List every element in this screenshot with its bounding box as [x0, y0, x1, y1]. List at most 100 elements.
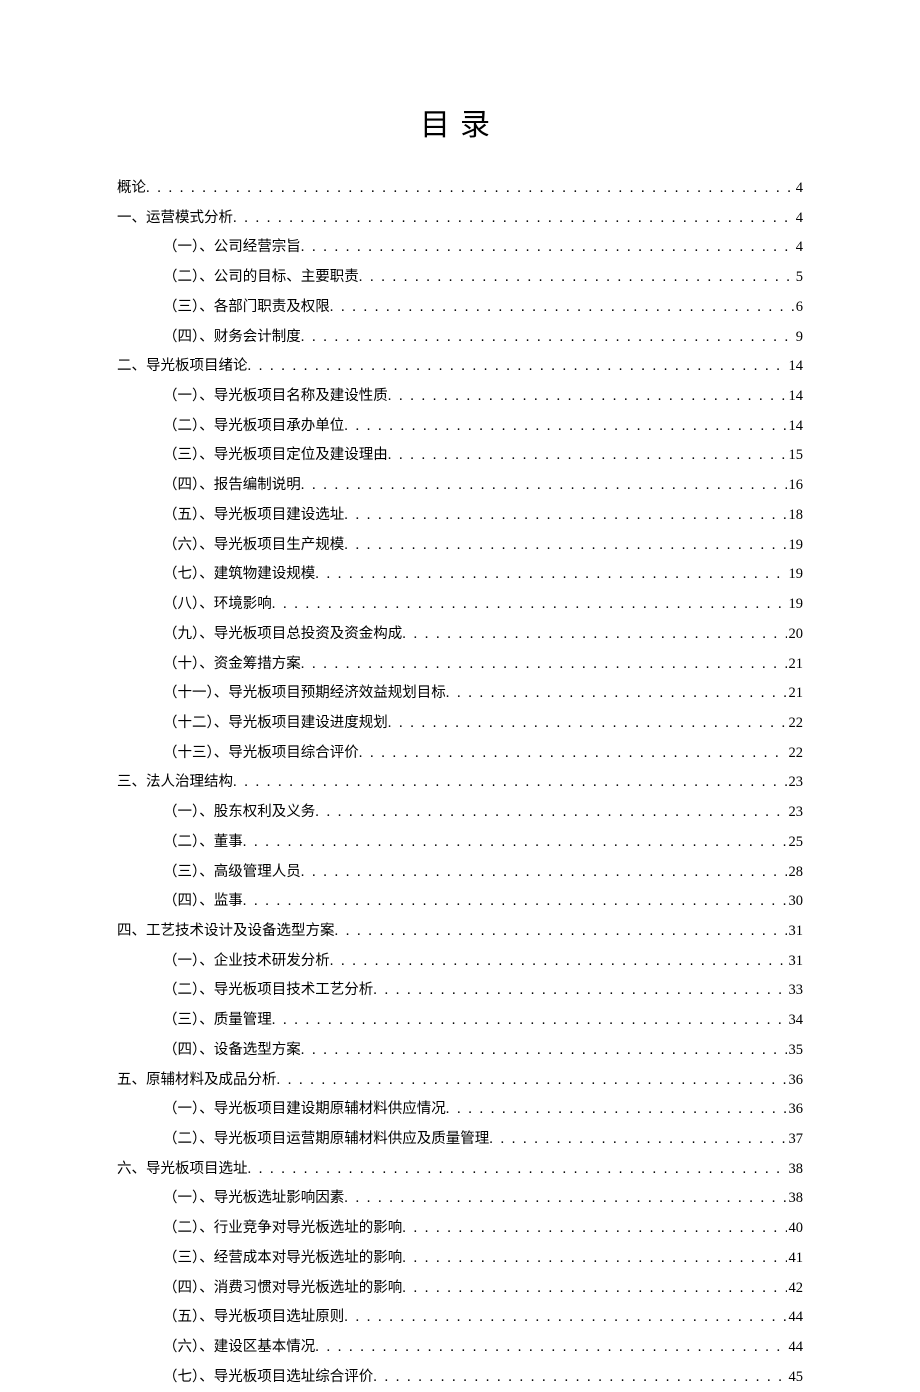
toc-entry-page: 22: [787, 739, 804, 769]
toc-leader-dots: [301, 323, 794, 353]
toc-entry-page: 31: [787, 917, 804, 947]
toc-entry-label: （一）、导光板选址影响因素: [163, 1184, 344, 1214]
toc-entry-label: （六）、导光板项目生产规模: [163, 531, 344, 561]
toc-leader-dots: [446, 1095, 787, 1125]
toc-entry-label: 六、导光板项目选址: [117, 1155, 248, 1185]
toc-entry-page: 4: [794, 204, 803, 234]
toc-entry-page: 19: [787, 531, 804, 561]
toc-entry: （二）、行业竞争对导光板选址的影响 40: [117, 1214, 803, 1244]
toc-entry-page: 31: [787, 947, 804, 977]
toc-leader-dots: [277, 1066, 787, 1096]
toc-entry-label: （六）、建设区基本情况: [163, 1333, 315, 1363]
toc-entry: （一）、导光板项目名称及建设性质14: [117, 382, 803, 412]
toc-entry-page: 14: [787, 382, 804, 412]
toc-entry: 概论 4: [117, 174, 803, 204]
toc-entry-label: （三）、各部门职责及权限: [163, 293, 330, 323]
toc-entry-label: （七）、建筑物建设规模: [163, 560, 315, 590]
toc-entry-label: （十一）、导光板项目预期经济效益规划目标: [163, 679, 446, 709]
toc-entry: （四）、设备选型方案 35: [117, 1036, 803, 1066]
toc-leader-dots: [301, 471, 787, 501]
toc-entry-label: （十三）、导光板项目综合评价: [163, 739, 359, 769]
toc-entry-label: （四）、报告编制说明: [163, 471, 301, 501]
toc-entry: 四、工艺技术设计及设备选型方案 31: [117, 917, 803, 947]
toc-entry-page: 4: [794, 174, 803, 204]
toc-leader-dots: [388, 709, 787, 739]
toc-entry-page: 6: [794, 293, 803, 323]
toc-entry-label: （八）、环境影响: [163, 590, 272, 620]
toc-entry-label: 四、工艺技术设计及设备选型方案: [117, 917, 335, 947]
toc-entry-page: 36: [787, 1095, 804, 1125]
toc-entry-page: 44: [787, 1303, 804, 1333]
toc-entry: （二）、公司的目标、主要职责5: [117, 263, 803, 293]
toc-entry: （二）、导光板项目运营期原辅材料供应及质量管理37: [117, 1125, 803, 1155]
toc-entry: （七）、建筑物建设规模19: [117, 560, 803, 590]
toc-leader-dots: [248, 1155, 787, 1185]
toc-entry: （四）、报告编制说明 16: [117, 471, 803, 501]
toc-leader-dots: [315, 1333, 786, 1363]
toc-entry-page: 41: [787, 1244, 804, 1274]
toc-entry: （六）、导光板项目生产规模 19: [117, 531, 803, 561]
toc-leader-dots: [243, 887, 787, 917]
toc-leader-dots: [402, 620, 786, 650]
toc-leader-dots: [446, 679, 787, 709]
toc-entry: （四）、监事30: [117, 887, 803, 917]
toc-entry: （十二）、导光板项目建设进度规划22: [117, 709, 803, 739]
toc-title: 目录: [117, 100, 803, 144]
toc-entry-page: 33: [787, 976, 804, 1006]
toc-leader-dots: [402, 1244, 786, 1274]
toc-entry: （一）、导光板选址影响因素38: [117, 1184, 803, 1214]
toc-entry: （三）、高级管理人员 28: [117, 858, 803, 888]
toc-entry-page: 16: [787, 471, 804, 501]
toc-leader-dots: [330, 293, 794, 323]
toc-entry-page: 38: [787, 1155, 804, 1185]
toc-entry-label: （十）、资金筹措方案: [163, 650, 301, 680]
toc-entry-label: （三）、质量管理: [163, 1006, 272, 1036]
table-of-contents: 概论4一、运营模式分析4（一）、公司经营宗旨4（二）、公司的目标、主要职责5（三…: [117, 174, 803, 1392]
toc-entry: （七）、导光板项目选址综合评价45: [117, 1363, 803, 1392]
toc-entry-label: （三）、高级管理人员: [163, 858, 301, 888]
toc-entry-label: （四）、设备选型方案: [163, 1036, 301, 1066]
toc-entry: （三）、经营成本对导光板选址的影响 41: [117, 1244, 803, 1274]
toc-leader-dots: [146, 174, 794, 204]
toc-entry: 二、导光板项目绪论 14: [117, 352, 803, 382]
toc-entry-label: （一）、企业技术研发分析: [163, 947, 330, 977]
toc-entry: （五）、导光板项目选址原则 44: [117, 1303, 803, 1333]
toc-entry-page: 22: [787, 709, 804, 739]
toc-leader-dots: [388, 382, 787, 412]
toc-entry-label: （二）、行业竞争对导光板选址的影响: [163, 1214, 402, 1244]
toc-entry-page: 28: [787, 858, 804, 888]
toc-leader-dots: [344, 531, 786, 561]
toc-entry-label: （五）、导光板项目选址原则: [163, 1303, 344, 1333]
toc-entry: （一）、企业技术研发分析 31: [117, 947, 803, 977]
toc-entry-page: 35: [787, 1036, 804, 1066]
toc-leader-dots: [243, 828, 787, 858]
toc-entry-label: （一）、公司经营宗旨: [163, 233, 301, 263]
toc-entry: （六）、建设区基本情况 44: [117, 1333, 803, 1363]
toc-entry-page: 20: [787, 620, 804, 650]
toc-entry: （十一）、导光板项目预期经济效益规划目标 21: [117, 679, 803, 709]
toc-entry-page: 40: [787, 1214, 804, 1244]
toc-entry: （四）、财务会计制度9: [117, 323, 803, 353]
toc-entry: （十）、资金筹措方案21: [117, 650, 803, 680]
toc-entry: （二）、导光板项目承办单位14: [117, 412, 803, 442]
toc-entry: （九）、导光板项目总投资及资金构成20: [117, 620, 803, 650]
toc-entry: （一）、公司经营宗旨4: [117, 233, 803, 263]
toc-entry-label: 二、导光板项目绪论: [117, 352, 248, 382]
toc-leader-dots: [301, 650, 787, 680]
toc-entry-label: （三）、经营成本对导光板选址的影响: [163, 1244, 402, 1274]
toc-entry-page: 21: [787, 679, 804, 709]
toc-entry-page: 18: [787, 501, 804, 531]
toc-entry: （一）、导光板项目建设期原辅材料供应情况36: [117, 1095, 803, 1125]
toc-leader-dots: [315, 560, 786, 590]
toc-leader-dots: [330, 947, 787, 977]
toc-entry-page: 44: [787, 1333, 804, 1363]
toc-entry: （四）、消费习惯对导光板选址的影响42: [117, 1274, 803, 1304]
toc-entry: 三、法人治理结构23: [117, 768, 803, 798]
toc-entry-page: 23: [787, 768, 804, 798]
toc-leader-dots: [373, 976, 786, 1006]
toc-entry-page: 14: [787, 352, 804, 382]
toc-entry: （五）、导光板项目建设选址18: [117, 501, 803, 531]
toc-leader-dots: [344, 412, 786, 442]
toc-entry-label: 概论: [117, 174, 146, 204]
toc-entry-page: 34: [787, 1006, 804, 1036]
